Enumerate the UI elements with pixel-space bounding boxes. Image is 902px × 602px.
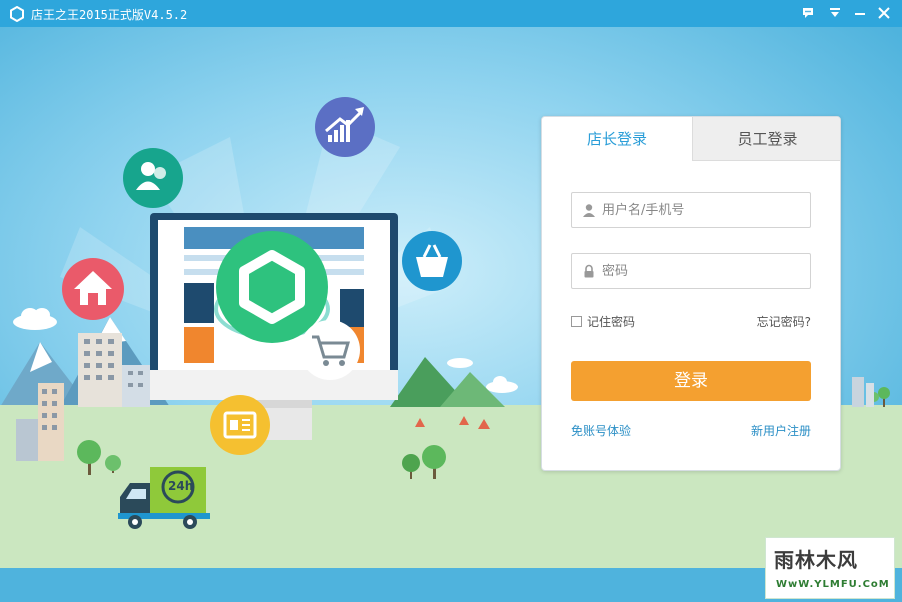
tab-staff-login[interactable]: 员工登录	[692, 117, 840, 161]
login-button[interactable]: 登录	[571, 361, 811, 401]
trial-link[interactable]: 免账号体验	[571, 422, 631, 439]
user-icon	[583, 204, 595, 217]
minimize-icon[interactable]	[849, 3, 871, 23]
watermark-url: WwW.YLMFU.CoM	[776, 579, 890, 590]
dropdown-icon[interactable]	[824, 3, 846, 23]
window-title: 店王之王2015正式版V4.5.2	[31, 8, 188, 22]
login-panel: 店长登录 员工登录 记住密码 忘记密码? 登录 免账号体验 新用户注册	[541, 116, 841, 471]
watermark-title: 雨林木风	[774, 548, 858, 572]
close-icon[interactable]	[873, 3, 895, 23]
remember-password[interactable]: 记住密码	[571, 313, 635, 330]
remember-checkbox[interactable]	[571, 316, 582, 327]
chat-icon[interactable]	[797, 3, 819, 23]
password-input[interactable]	[602, 254, 802, 288]
username-input[interactable]	[602, 193, 802, 227]
lock-icon	[584, 264, 594, 278]
register-link[interactable]: 新用户注册	[751, 422, 811, 439]
title-bar: 店王之王2015正式版V4.5.2	[0, 0, 902, 27]
username-field[interactable]	[571, 192, 811, 228]
tab-owner-login[interactable]: 店长登录	[542, 117, 692, 161]
forgot-password-link[interactable]: 忘记密码?	[757, 313, 811, 330]
app-logo-icon	[10, 6, 24, 22]
watermark-logo: 雨林木风 WwW.YLMFU.CoM	[765, 537, 895, 599]
password-field[interactable]	[571, 253, 811, 289]
truck-24h-badge: 24h	[168, 479, 194, 493]
remember-label: 记住密码	[587, 315, 636, 329]
